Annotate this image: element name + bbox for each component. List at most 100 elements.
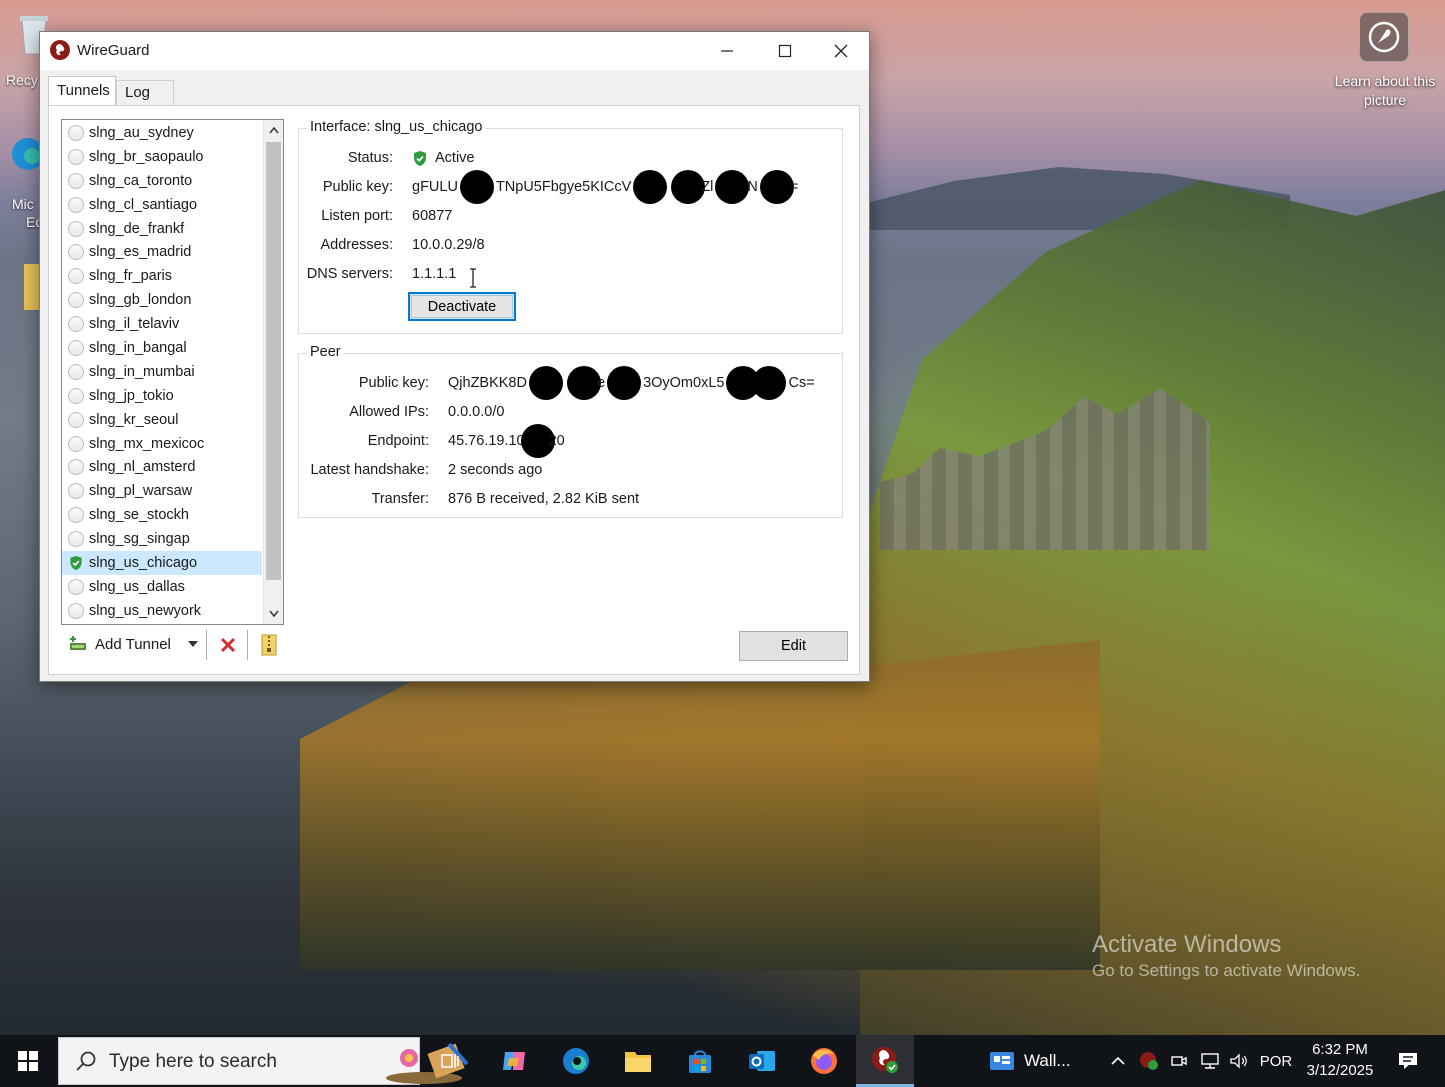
tunnel-name: slng_sg_singap — [89, 531, 190, 548]
tunnel-list-item[interactable]: slng_es_madrid — [62, 240, 262, 264]
tunnel-list-item[interactable]: slng_kr_seoul — [62, 408, 262, 432]
tunnel-list-item[interactable]: slng_us_chicago — [62, 551, 262, 575]
tunnel-list-item[interactable]: slng_pl_warsaw — [62, 479, 262, 503]
clock[interactable]: 6:32 PM 3/12/2025 — [1300, 1039, 1380, 1081]
wireguard-tray-button[interactable] — [1136, 1035, 1162, 1087]
tunnel-list-item[interactable]: slng_ca_toronto — [62, 169, 262, 193]
add-tunnel-button[interactable]: Add Tunnel — [67, 630, 171, 658]
tunnel-name: slng_jp_tokio — [89, 387, 174, 404]
interface-public-key-row: Public key: gFULU TNpU5Fbgye5KICcV Zl N = — [299, 170, 844, 204]
shield-check-icon — [70, 555, 82, 571]
outlook-button[interactable] — [742, 1041, 782, 1081]
tunnel-list-item[interactable]: slng_in_mumbai — [62, 360, 262, 384]
deactivate-button[interactable]: Deactivate — [408, 292, 516, 321]
tunnel-list-item[interactable]: slng_in_bangal — [62, 336, 262, 360]
tunnel-list-item[interactable]: slng_au_sydney — [62, 121, 262, 145]
notifications-button[interactable] — [1390, 1035, 1426, 1087]
dns-servers-label: DNS servers: — [306, 266, 393, 282]
tunnel-list-item[interactable]: slng_gb_london — [62, 288, 262, 312]
add-tunnel-dropdown-arrow[interactable] — [188, 641, 198, 647]
tunnel-name: slng_pl_warsaw — [89, 483, 193, 500]
tunnel-list-item[interactable]: slng_us_newyork — [62, 599, 262, 623]
file-explorer-button[interactable] — [618, 1041, 658, 1081]
wireguard-window: WireGuard Tunnels Log slng_au_sydney slng… — [39, 31, 870, 682]
tab-log[interactable]: Log — [116, 80, 174, 106]
wireguard-taskbar-button[interactable] — [856, 1035, 914, 1087]
export-zip-button[interactable] — [257, 633, 281, 657]
copilot-button[interactable] — [494, 1041, 534, 1081]
tunnel-inactive-radio-icon — [68, 387, 84, 404]
allowed-ips-value[interactable]: 0.0.0.0/0 — [448, 404, 504, 420]
peer-public-key-row: Public key: QjhZBKK8D e 3OyOm0xL5 Cs= — [299, 366, 844, 400]
tunnel-list-item[interactable]: slng_fr_paris — [62, 264, 262, 288]
microsoft-store-button[interactable] — [680, 1041, 720, 1081]
tunnel-list-item[interactable]: slng_us_dallas — [62, 575, 262, 599]
delete-tunnel-button[interactable] — [216, 633, 240, 657]
edge-taskbar-button[interactable] — [556, 1041, 596, 1081]
wallpaper-app-button[interactable]: Wall... — [988, 1041, 1071, 1081]
interface-public-key-label: Public key: — [322, 179, 393, 195]
firefox-button[interactable] — [804, 1041, 844, 1081]
key-fragment: Cs= — [788, 375, 815, 391]
taskbar: Type here to search Wall... POR 6:32 PM … — [0, 1035, 1445, 1087]
scroll-up-button[interactable] — [264, 120, 283, 140]
tunnel-list[interactable]: slng_au_sydney slng_br_saopaulo slng_ca_to… — [61, 119, 284, 625]
folder-desktop-icon[interactable] — [20, 262, 40, 322]
key-fragment: = — [789, 179, 799, 195]
listen-port-value[interactable]: 60877 — [412, 208, 452, 224]
network-button[interactable] — [1196, 1035, 1224, 1087]
toolbar-separator — [247, 630, 248, 660]
edit-button[interactable]: Edit — [739, 631, 848, 661]
taskbar-search-box[interactable]: Type here to search — [58, 1037, 469, 1085]
start-button[interactable] — [0, 1035, 56, 1087]
edge-icon — [563, 1048, 589, 1074]
outlook-icon — [749, 1051, 775, 1071]
peer-group-title: Peer — [307, 344, 344, 360]
tunnel-name: slng_in_mumbai — [89, 363, 195, 380]
addresses-value[interactable]: 10.0.0.29/8 — [412, 237, 485, 253]
tunnel-list-item[interactable]: slng_de_frankf — [62, 217, 262, 241]
endpoint-row: Endpoint: 45.76.19.10 20 — [299, 424, 844, 458]
tab-tunnels[interactable]: Tunnels — [48, 76, 116, 106]
toolbar-separator — [206, 630, 207, 660]
tunnel-name: slng_br_saopaulo — [89, 148, 204, 165]
tunnel-list-item[interactable]: slng_se_stockh — [62, 503, 262, 527]
tunnel-list-item[interactable]: slng_jp_tokio — [62, 384, 262, 408]
wireguard-icon — [872, 1046, 898, 1073]
transfer-value[interactable]: 876 B received, 2.82 KiB sent — [448, 491, 639, 507]
title-bar[interactable]: WireGuard — [40, 32, 869, 70]
meet-now-button[interactable] — [1166, 1035, 1192, 1087]
input-language-button[interactable]: POR — [1256, 1035, 1296, 1087]
tunnel-name: slng_kr_seoul — [89, 411, 179, 428]
tunnel-name: slng_mx_mexicoc — [89, 435, 205, 452]
tunnel-list-item[interactable]: slng_nl_amsterd — [62, 455, 262, 479]
tunnel-name: slng_il_telaviv — [89, 316, 180, 333]
dns-servers-value[interactable]: 1.1.1.1 — [412, 266, 456, 282]
delete-x-icon — [220, 637, 236, 653]
camera-icon — [1171, 1056, 1187, 1066]
learn-about-picture-button[interactable] — [1359, 12, 1409, 62]
tunnel-list-item[interactable]: slng_il_telaviv — [62, 312, 262, 336]
latest-handshake-value[interactable]: 2 seconds ago — [448, 462, 542, 478]
chevron-up-icon — [1111, 1056, 1125, 1065]
tunnel-list-item[interactable]: slng_mx_mexicoc — [62, 432, 262, 456]
scroll-thumb[interactable] — [266, 142, 281, 580]
redaction-dot — [759, 170, 794, 204]
text-cursor-icon — [470, 268, 476, 288]
volume-button[interactable] — [1226, 1035, 1252, 1087]
peer-public-key-value[interactable]: QjhZBKK8D e 3OyOm0xL5 Cs= — [448, 366, 815, 400]
scroll-down-button[interactable] — [264, 604, 283, 624]
tunnel-list-item[interactable]: slng_br_saopaulo — [62, 145, 262, 169]
tunnel-list-item[interactable]: slng_cl_santiago — [62, 193, 262, 217]
wallpaper-app-icon — [990, 1052, 1014, 1070]
close-button[interactable] — [812, 32, 870, 70]
tunnel-list-item[interactable]: slng_sg_singap — [62, 527, 262, 551]
tunnel-list-scrollbar[interactable] — [263, 120, 283, 624]
task-view-button[interactable] — [430, 1041, 470, 1081]
minimize-button[interactable] — [698, 32, 756, 70]
show-hidden-icons-button[interactable] — [1106, 1035, 1130, 1087]
interface-public-key-value[interactable]: gFULU TNpU5Fbgye5KICcV Zl N = — [412, 170, 798, 204]
endpoint-value[interactable]: 45.76.19.10 20 — [448, 424, 565, 458]
maximize-button[interactable] — [756, 32, 814, 70]
wireguard-logo-icon — [50, 40, 70, 60]
